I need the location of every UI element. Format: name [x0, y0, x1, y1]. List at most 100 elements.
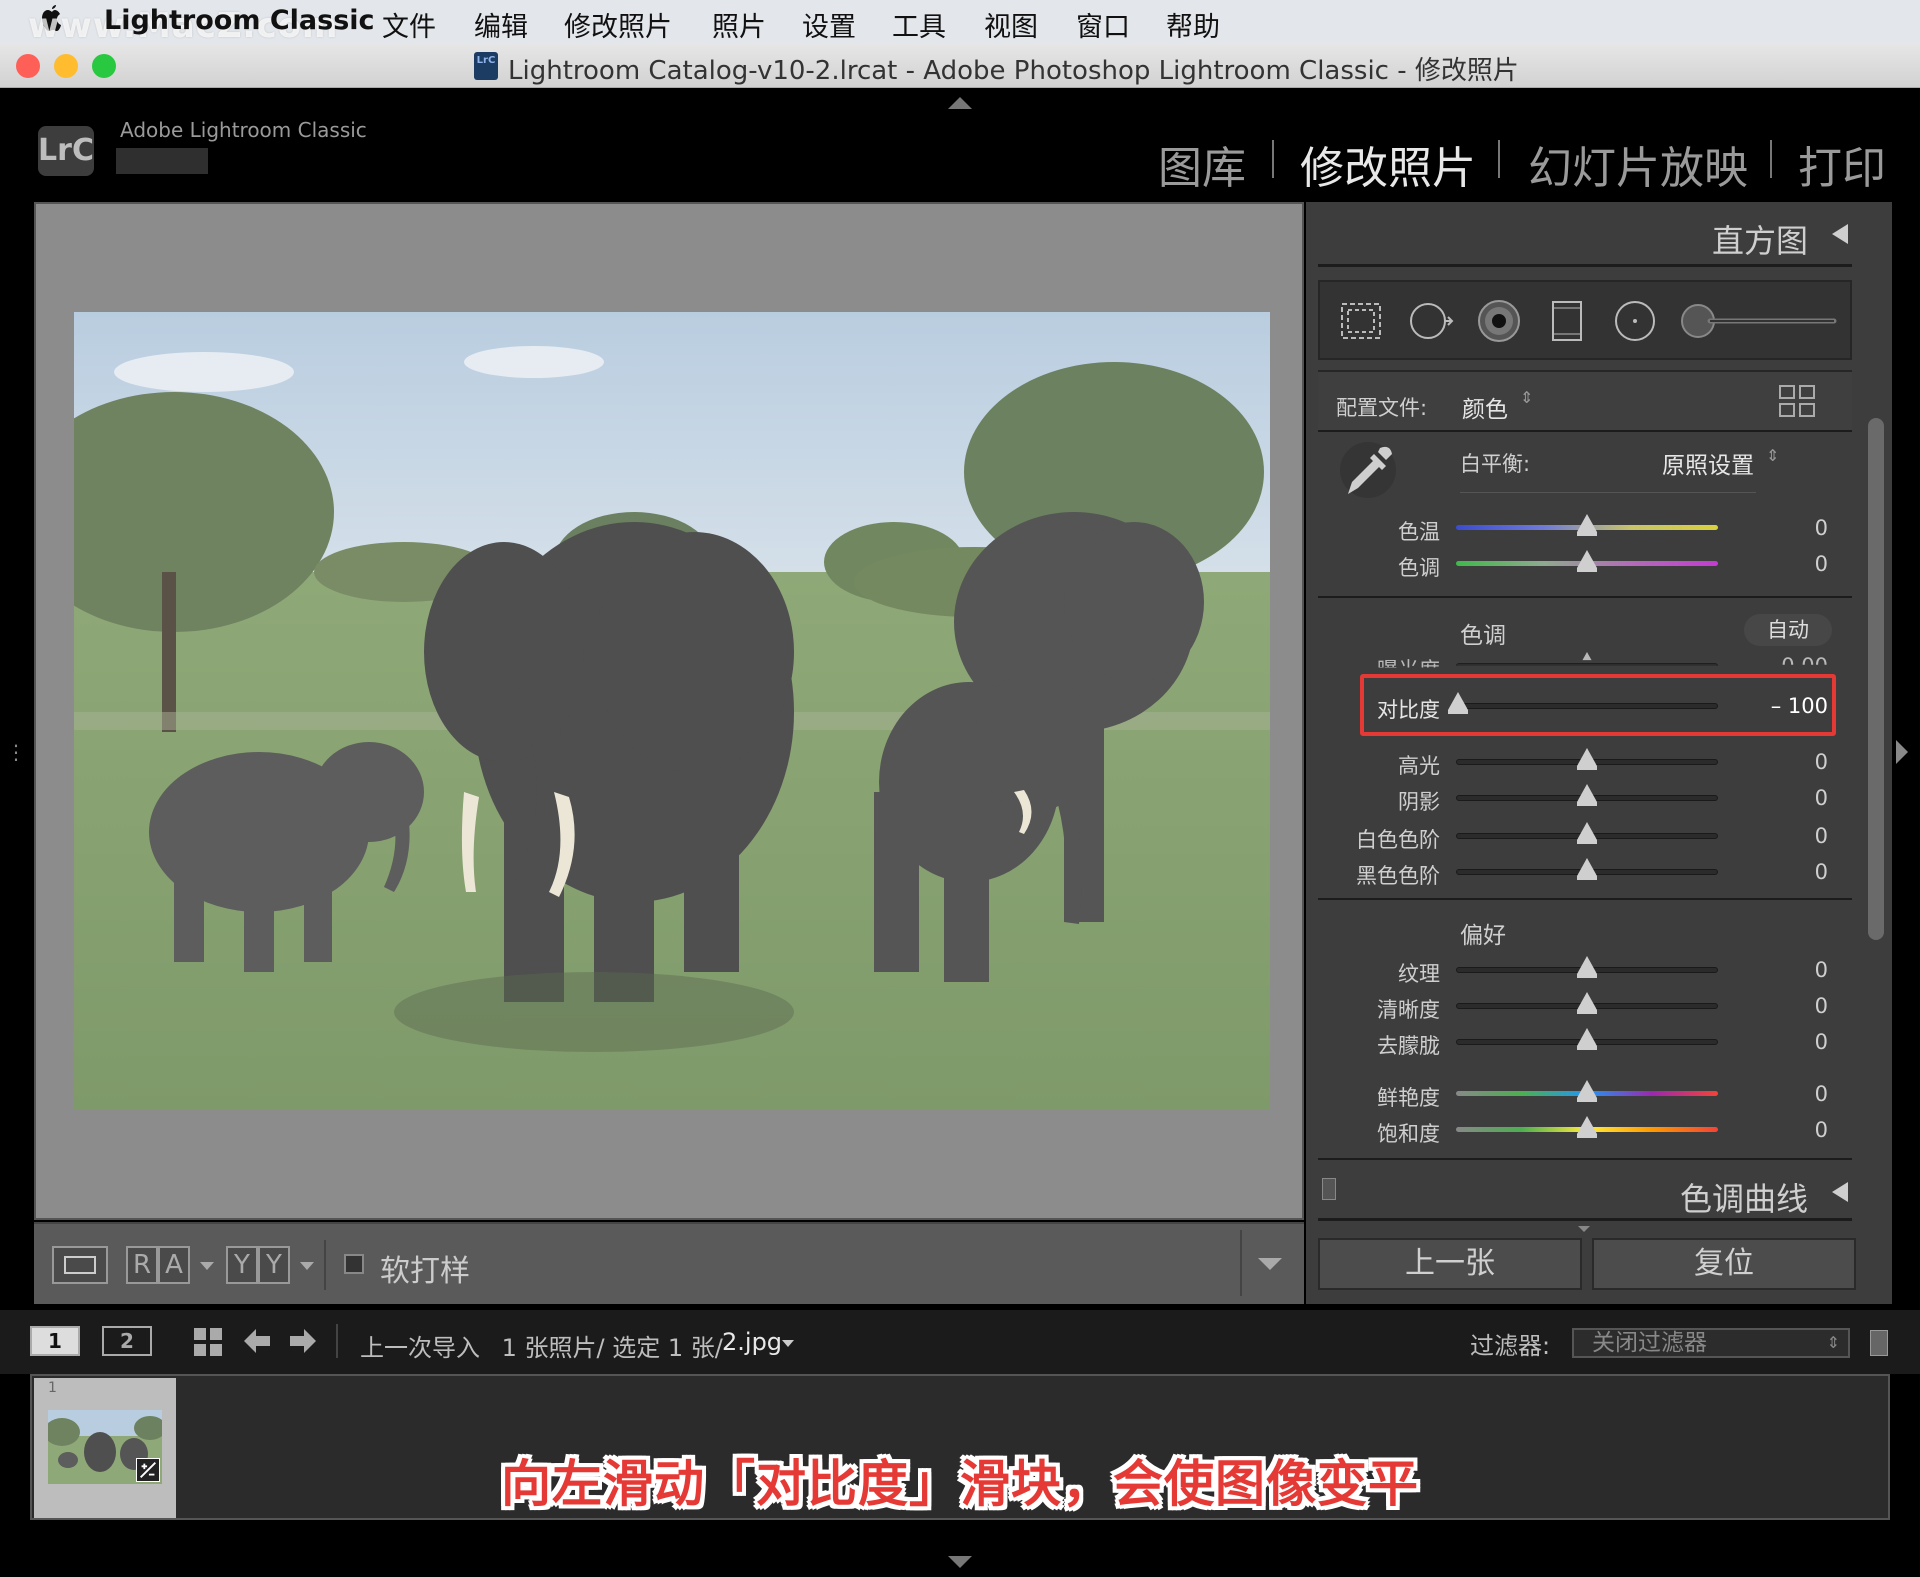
menu-file[interactable]: 文件	[382, 5, 436, 44]
menu-develop[interactable]: 修改照片	[564, 5, 672, 44]
module-slideshow[interactable]: 幻灯片放映	[1528, 132, 1748, 196]
temperature-value[interactable]: 0	[1748, 516, 1828, 540]
profile-row: 配置文件: 颜色 ⇕	[1318, 370, 1852, 430]
vibrance-value[interactable]: 0	[1748, 1082, 1828, 1106]
arrow-left-icon[interactable]	[242, 1326, 272, 1356]
panel-divider	[1318, 264, 1852, 267]
menu-help[interactable]: 帮助	[1166, 5, 1220, 44]
whites-slider-thumb[interactable]	[1577, 822, 1597, 844]
current-file-name[interactable]: 2.jpg	[722, 1328, 782, 1356]
before-after-r-button[interactable]: R	[126, 1246, 158, 1284]
reset-button[interactable]: 复位	[1592, 1238, 1856, 1290]
module-develop[interactable]: 修改照片	[1300, 132, 1476, 196]
collapse-tone-curve-icon[interactable]	[1832, 1182, 1848, 1202]
saturation-slider-thumb[interactable]	[1577, 1116, 1597, 1138]
tone-curve-enable-switch[interactable]	[1322, 1178, 1336, 1200]
top-panel-toggle-icon[interactable]	[948, 97, 972, 109]
secondary-window-button[interactable]: 2	[102, 1326, 152, 1356]
source-breadcrumb[interactable]: 上一次导入 1 张照片/ 选定 1 张/	[360, 1328, 723, 1363]
thumbnail-index: 1	[48, 1380, 57, 1396]
before-after-a-button[interactable]: A	[158, 1246, 190, 1284]
crop-tool-icon[interactable]	[1338, 298, 1384, 344]
vibrance-label: 鲜艳度	[1377, 1086, 1440, 1110]
texture-label: 纹理	[1398, 962, 1440, 986]
swap-y-right-button[interactable]: Y	[258, 1246, 290, 1284]
file-menu-caret-icon[interactable]	[782, 1340, 794, 1347]
module-separator	[1498, 140, 1500, 178]
photo-toolbar	[34, 1222, 1304, 1304]
menu-view[interactable]: 视图	[984, 5, 1038, 44]
tint-value[interactable]: 0	[1748, 552, 1828, 576]
highlights-value[interactable]: 0	[1748, 750, 1828, 774]
spot-removal-icon[interactable]	[1408, 298, 1454, 344]
window-title: Lightroom Catalog-v10-2.lrcat - Adobe Ph…	[508, 56, 1519, 86]
minimize-window-button[interactable]	[54, 54, 78, 78]
right-panel-toggle-icon[interactable]	[1896, 740, 1908, 764]
filter-stepper-icon: ⇕	[1826, 1333, 1840, 1352]
toolbar-menu-button[interactable]	[1240, 1230, 1296, 1296]
panel-end-marker-icon	[1578, 1226, 1590, 1232]
filter-select[interactable]: 关闭过滤器 ⇕	[1572, 1328, 1850, 1358]
before-after-dropdown-icon[interactable]	[200, 1262, 214, 1270]
whites-value[interactable]: 0	[1748, 824, 1828, 848]
loupe-view-button[interactable]	[52, 1246, 108, 1284]
menu-app-name[interactable]: Lightroom Classic	[104, 5, 375, 36]
radial-filter-icon[interactable]	[1612, 298, 1658, 344]
white-balance-label: 白平衡:	[1460, 452, 1531, 476]
shadows-value[interactable]: 0	[1748, 786, 1828, 810]
temperature-slider-thumb[interactable]	[1577, 514, 1597, 536]
previous-button[interactable]: 上一张	[1318, 1238, 1582, 1290]
grid-view-icon[interactable]	[192, 1326, 224, 1358]
tone-curve-panel-header[interactable]: 色调曲线	[1318, 1166, 1858, 1218]
white-balance-stepper-icon[interactable]: ⇕	[1766, 446, 1779, 465]
red-eye-icon[interactable]	[1476, 298, 1522, 344]
highlights-slider-thumb[interactable]	[1577, 748, 1597, 770]
collapse-histogram-icon[interactable]	[1832, 224, 1848, 244]
profile-select-stepper-icon[interactable]: ⇕	[1520, 388, 1533, 407]
white-balance-eyedropper-icon[interactable]	[1338, 440, 1398, 500]
elephant-photo[interactable]	[74, 312, 1270, 1110]
adjustment-brush-icon[interactable]	[1680, 298, 1840, 344]
clarity-slider-thumb[interactable]	[1577, 992, 1597, 1014]
blacks-value[interactable]: 0	[1748, 860, 1828, 884]
dehaze-value[interactable]: 0	[1748, 1030, 1828, 1054]
menu-photo[interactable]: 照片	[712, 5, 766, 44]
tint-slider-thumb[interactable]	[1577, 550, 1597, 572]
bottom-panel-toggle-icon[interactable]	[948, 1556, 972, 1568]
profile-browser-grid-icon[interactable]	[1778, 384, 1816, 420]
module-print[interactable]: 打印	[1798, 132, 1886, 196]
menu-tools[interactable]: 工具	[892, 5, 946, 44]
arrow-right-icon[interactable]	[288, 1326, 318, 1356]
shadows-slider-thumb[interactable]	[1577, 784, 1597, 806]
menu-edit[interactable]: 编辑	[474, 5, 528, 44]
window-titlebar: LrC Lightroom Catalog-v10-2.lrcat - Adob…	[0, 44, 1920, 88]
identity-plate	[116, 148, 208, 174]
white-balance-select[interactable]: 原照设置	[1662, 446, 1754, 480]
swap-dropdown-icon[interactable]	[300, 1262, 314, 1270]
swap-y-left-button[interactable]: Y	[226, 1246, 258, 1284]
texture-value[interactable]: 0	[1748, 958, 1828, 982]
panel-scrollbar[interactable]	[1868, 418, 1884, 940]
softproof-checkbox[interactable]	[344, 1254, 364, 1274]
filter-lock-switch[interactable]	[1870, 1330, 1888, 1356]
menu-settings[interactable]: 设置	[802, 5, 856, 44]
main-window-button[interactable]: 1	[30, 1326, 80, 1356]
graduated-filter-icon[interactable]	[1544, 298, 1590, 344]
maximize-window-button[interactable]	[92, 54, 116, 78]
left-panel-toggle-icon[interactable]: ⋮	[6, 740, 26, 764]
menu-window[interactable]: 窗口	[1076, 5, 1130, 44]
dehaze-slider-thumb[interactable]	[1577, 1028, 1597, 1050]
clarity-value[interactable]: 0	[1748, 994, 1828, 1018]
texture-slider-thumb[interactable]	[1577, 956, 1597, 978]
histogram-panel-header[interactable]: 直方图	[1318, 206, 1858, 266]
histogram-title: 直方图	[1711, 222, 1808, 260]
whites-label: 白色色阶	[1356, 828, 1440, 852]
saturation-value[interactable]: 0	[1748, 1118, 1828, 1142]
close-window-button[interactable]	[16, 54, 40, 78]
vibrance-slider-thumb[interactable]	[1577, 1080, 1597, 1102]
profile-select[interactable]: 颜色	[1462, 390, 1508, 424]
blacks-slider-thumb[interactable]	[1577, 858, 1597, 880]
panel-divider	[1318, 430, 1852, 432]
module-library[interactable]: 图库	[1158, 132, 1246, 196]
auto-tone-button[interactable]: 自动	[1744, 614, 1832, 646]
